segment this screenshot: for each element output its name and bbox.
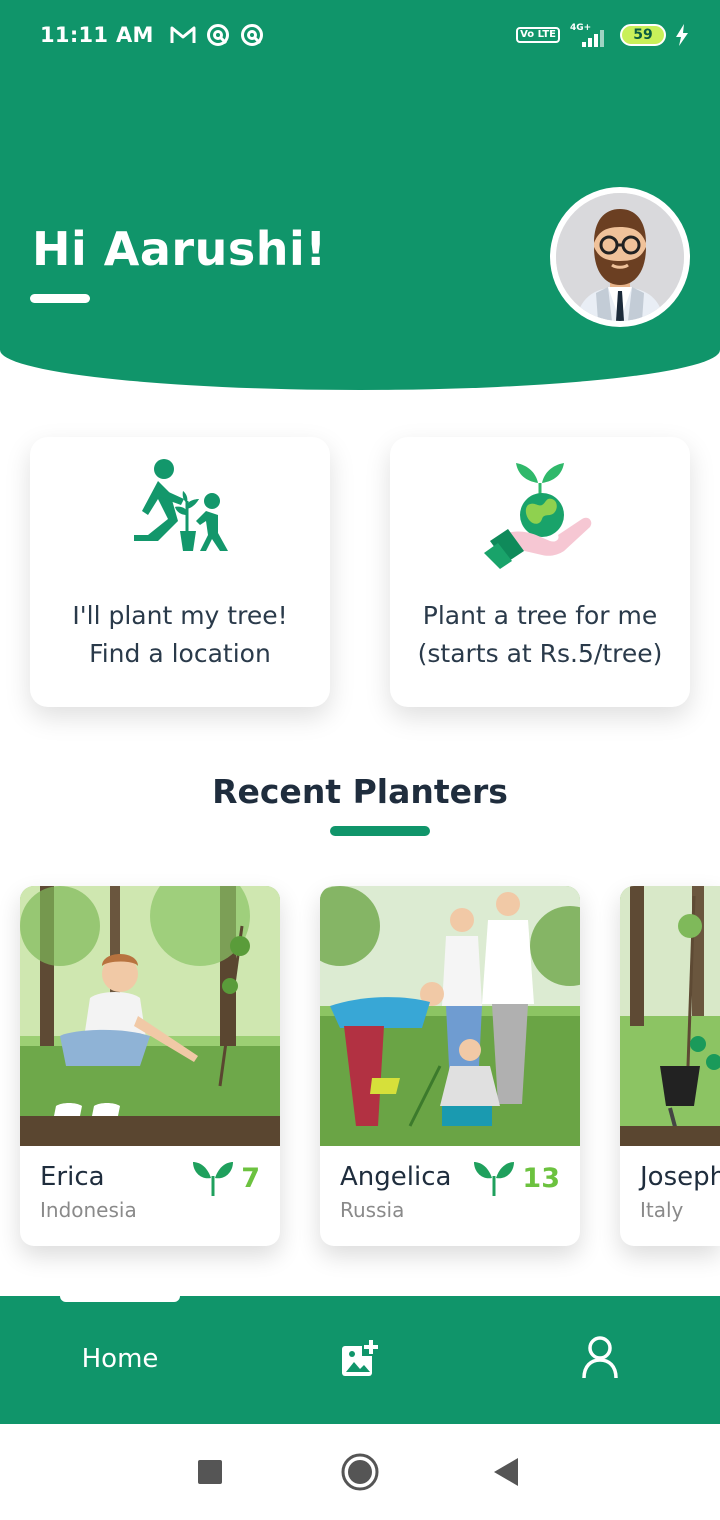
planter-count-value: 13 — [522, 1162, 560, 1194]
header: 11:11 AM Vo LTE 4G+ 59 Hi Aarushi! — [0, 0, 720, 390]
nav-active-indicator — [60, 1292, 180, 1302]
sprout-icon — [193, 1162, 234, 1196]
planter-tree-count: 13 — [472, 1158, 560, 1198]
add-photo-icon — [342, 1338, 380, 1376]
planter-card-joseph[interactable]: Joseph Italy — [620, 886, 720, 1246]
plant-my-tree-label: I'll plant my tree! Find a location — [72, 601, 288, 668]
sync-icon — [206, 24, 229, 46]
planter-photo — [620, 886, 720, 1146]
bottom-nav: Home — [0, 1292, 720, 1424]
svg-text:4G+: 4G+ — [570, 23, 591, 33]
planter-name: Joseph — [640, 1162, 720, 1192]
home-circle-icon[interactable] — [340, 1452, 380, 1492]
avatar[interactable] — [550, 187, 690, 327]
profile-icon — [582, 1336, 618, 1379]
recent-planters-underline — [330, 826, 430, 836]
planter-count-value: 7 — [241, 1162, 260, 1194]
planter-country: Indonesia — [40, 1198, 137, 1222]
sprout-icon — [474, 1162, 515, 1196]
status-bar: 11:11 AM Vo LTE 4G+ 59 — [0, 0, 720, 70]
plant-my-tree-card[interactable]: I'll plant my tree! Find a location — [30, 437, 330, 707]
planter-photo — [20, 886, 280, 1146]
planter-name: Angelica — [340, 1162, 452, 1192]
planter-country: Russia — [340, 1198, 405, 1222]
system-nav-bar — [0, 1424, 720, 1520]
nav-profile[interactable] — [582, 1336, 618, 1384]
plant-for-me-label: Plant a tree for me (starts at Rs.5/tree… — [417, 601, 663, 668]
planter-photo — [320, 886, 580, 1146]
status-time: 11:11 AM — [40, 23, 154, 47]
battery-icon: 59 — [620, 24, 666, 46]
planter-country: Italy — [640, 1198, 684, 1222]
hand-globe-sprout-icon — [484, 463, 592, 569]
nav-add-photo[interactable] — [340, 1338, 380, 1382]
planter-tree-count: 7 — [191, 1158, 260, 1198]
recent-planters-title: Recent Planters — [212, 772, 508, 811]
charging-icon — [676, 24, 688, 46]
recents-square-icon[interactable] — [198, 1460, 222, 1484]
planter-name: Erica — [40, 1162, 105, 1192]
volte-icon: Vo LTE — [516, 27, 560, 43]
nav-home-tab[interactable]: Home — [40, 1344, 200, 1374]
planter-card-erica[interactable]: Erica Indonesia 7 — [20, 886, 280, 1246]
gmail-icon — [170, 26, 196, 43]
plant-for-me-card[interactable]: Plant a tree for me (starts at Rs.5/tree… — [390, 437, 690, 707]
signal-icon: 4G+ — [570, 23, 604, 47]
back-triangle-icon[interactable] — [494, 1458, 518, 1486]
sync-icon — [240, 24, 263, 46]
avatar-man-icon — [556, 193, 684, 321]
greeting-underline — [30, 294, 90, 303]
people-planting-icon — [134, 459, 228, 551]
planter-card-angelica[interactable]: Angelica Russia 13 — [320, 886, 580, 1246]
greeting-title: Hi Aarushi! — [32, 222, 327, 276]
